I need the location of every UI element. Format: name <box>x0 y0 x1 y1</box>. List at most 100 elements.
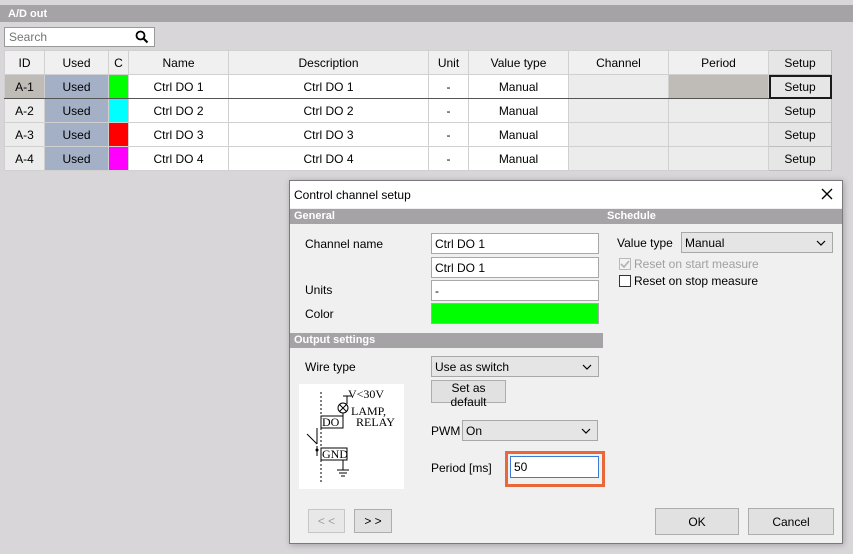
row-unit[interactable]: - <box>428 74 469 99</box>
row-channel[interactable] <box>568 146 669 171</box>
cancel-button[interactable]: Cancel <box>748 508 834 535</box>
row-channel[interactable] <box>568 122 669 147</box>
close-icon[interactable] <box>820 187 834 201</box>
units-input[interactable]: - <box>431 280 599 301</box>
period-input[interactable]: 50 <box>510 456 599 478</box>
chevron-down-icon <box>582 364 592 370</box>
value-type-selected: Manual <box>685 236 725 250</box>
wire-type-selected: Use as switch <box>435 360 510 374</box>
row-color-cell[interactable] <box>108 74 129 99</box>
reset-on-stop-label: Reset on stop measure <box>634 274 759 288</box>
row-period[interactable] <box>668 98 769 123</box>
checkmark-icon <box>620 260 630 269</box>
row-value-type[interactable]: Manual <box>468 98 569 123</box>
description-input[interactable]: Ctrl DO 1 <box>431 257 599 278</box>
previous-channel-button[interactable]: < < <box>308 509 345 533</box>
row-unit[interactable]: - <box>428 122 469 147</box>
schedule-section-header: Schedule <box>603 209 842 224</box>
row-description[interactable]: Ctrl DO 3 <box>228 122 429 147</box>
row-description[interactable]: Ctrl DO 1 <box>228 74 429 99</box>
next-channel-button[interactable]: > > <box>354 509 392 533</box>
general-section-header: General <box>290 209 603 224</box>
row-id[interactable]: A-2 <box>4 98 45 123</box>
wiring-diagram: V<30V LAMP, RELAY DO GND <box>299 384 404 489</box>
row-channel[interactable] <box>568 98 669 123</box>
ok-button[interactable]: OK <box>655 508 739 535</box>
output-settings-section-header: Output settings <box>290 333 603 348</box>
column-header-color[interactable]: C <box>108 50 129 75</box>
row-color-cell[interactable] <box>108 98 129 123</box>
row-name[interactable]: Ctrl DO 3 <box>128 122 229 147</box>
row-used[interactable]: Used <box>44 122 109 147</box>
column-header-channel[interactable]: Channel <box>568 50 669 75</box>
row-unit[interactable]: - <box>428 146 469 171</box>
row-used[interactable]: Used <box>44 74 109 99</box>
row-unit[interactable]: - <box>428 98 469 123</box>
do-label: DO <box>322 415 340 429</box>
dialog-titlebar[interactable]: Control channel setup <box>290 181 842 208</box>
row-name[interactable]: Ctrl DO 2 <box>128 98 229 123</box>
chevron-down-icon <box>581 428 591 434</box>
row-period[interactable] <box>668 146 769 171</box>
row-period[interactable] <box>668 74 769 99</box>
column-header-unit[interactable]: Unit <box>428 50 469 75</box>
search-input[interactable] <box>7 29 132 45</box>
channel-name-input[interactable]: Ctrl DO 1 <box>431 233 599 254</box>
row-description[interactable]: Ctrl DO 4 <box>228 146 429 171</box>
voltage-label: V<30V <box>348 387 385 401</box>
color-swatch <box>109 123 128 146</box>
table-row[interactable]: A-3 Used Ctrl DO 3 Ctrl DO 3 - Manual Se… <box>4 122 832 147</box>
reset-on-stop-checkbox[interactable] <box>619 275 631 287</box>
search-box[interactable] <box>4 27 155 47</box>
row-used[interactable]: Used <box>44 98 109 123</box>
row-description[interactable]: Ctrl DO 2 <box>228 98 429 123</box>
row-setup-button[interactable]: Setup <box>768 98 832 123</box>
row-name[interactable]: Ctrl DO 1 <box>128 74 229 99</box>
row-id[interactable]: A-1 <box>4 74 45 99</box>
column-header-period[interactable]: Period <box>668 50 769 75</box>
table-row[interactable]: A-2 Used Ctrl DO 2 Ctrl DO 2 - Manual Se… <box>4 98 832 123</box>
color-picker[interactable] <box>431 303 599 324</box>
channels-table: ID Used C Name Description Unit Value ty… <box>4 50 832 171</box>
reset-on-start-checkbox[interactable] <box>619 258 631 270</box>
load-label-line2: RELAY <box>356 415 395 429</box>
row-setup-button[interactable]: Setup <box>768 122 832 147</box>
row-used[interactable]: Used <box>44 146 109 171</box>
column-header-used[interactable]: Used <box>44 50 109 75</box>
color-swatch <box>109 75 128 98</box>
pwm-selected: On <box>466 424 483 438</box>
row-id[interactable]: A-3 <box>4 122 45 147</box>
channel-name-label: Channel name <box>305 237 384 251</box>
column-header-setup[interactable]: Setup <box>768 50 832 75</box>
value-type-dropdown[interactable]: Manual <box>681 232 833 253</box>
table-header-row: ID Used C Name Description Unit Value ty… <box>4 50 832 75</box>
row-value-type[interactable]: Manual <box>468 122 569 147</box>
wire-type-dropdown[interactable]: Use as switch <box>431 356 599 377</box>
table-row[interactable]: A-1 Used Ctrl DO 1 Ctrl DO 1 - Manual Se… <box>4 74 832 99</box>
panel-title: A/D out <box>0 5 853 22</box>
color-swatch <box>109 147 128 170</box>
row-period[interactable] <box>668 122 769 147</box>
row-setup-button[interactable]: Setup <box>768 146 832 171</box>
column-header-value-type[interactable]: Value type <box>468 50 569 75</box>
row-color-cell[interactable] <box>108 146 129 171</box>
column-header-id[interactable]: ID <box>4 50 45 75</box>
control-channel-setup-dialog: Control channel setup General Schedule C… <box>289 180 843 544</box>
search-icon[interactable] <box>135 30 149 44</box>
row-value-type[interactable]: Manual <box>468 74 569 99</box>
color-swatch <box>109 99 128 122</box>
table-row[interactable]: A-4 Used Ctrl DO 4 Ctrl DO 4 - Manual Se… <box>4 146 832 171</box>
row-color-cell[interactable] <box>108 122 129 147</box>
set-as-default-button[interactable]: Set as default <box>431 380 506 409</box>
row-channel[interactable] <box>568 74 669 99</box>
column-header-description[interactable]: Description <box>228 50 429 75</box>
reset-on-start-label: Reset on start measure <box>634 257 759 271</box>
pwm-dropdown[interactable]: On <box>462 420 598 441</box>
row-id[interactable]: A-4 <box>4 146 45 171</box>
row-setup-button[interactable]: Setup <box>768 74 832 99</box>
wire-type-label: Wire type <box>305 360 356 374</box>
value-type-label: Value type <box>617 236 673 250</box>
column-header-name[interactable]: Name <box>128 50 229 75</box>
row-value-type[interactable]: Manual <box>468 146 569 171</box>
row-name[interactable]: Ctrl DO 4 <box>128 146 229 171</box>
